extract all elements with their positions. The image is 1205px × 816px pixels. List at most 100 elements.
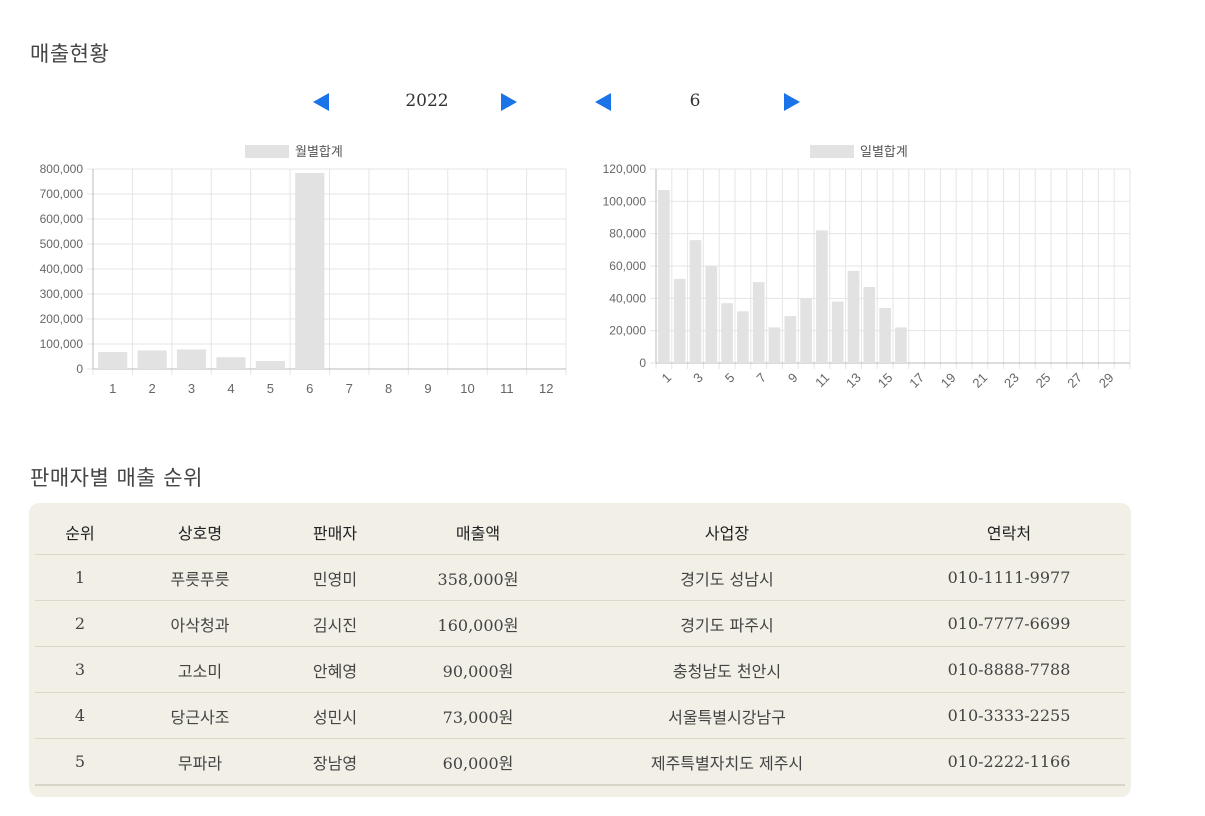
x-tick-label: 15 — [875, 370, 896, 391]
next-month-button[interactable] — [784, 93, 800, 111]
x-tick-label: 9 — [424, 381, 431, 396]
month-value: 6 — [689, 91, 701, 111]
bar — [895, 327, 907, 363]
ranking-table: 순위 상호명 판매자 매출액 사업장 연락처 1 푸릇푸릇 민영미 358,00… — [35, 509, 1125, 786]
bar — [216, 357, 246, 369]
bar — [847, 270, 860, 363]
monthly-sales-chart: 월별합계 0 100,000 200,000 300,000 400,000 500,000… — [40, 144, 567, 396]
header-rank: 순위 — [35, 509, 125, 555]
x-tick-label: 2 — [149, 381, 156, 396]
sales-section-title: 매출현황 — [30, 42, 110, 66]
y-tick-label: 700,000 — [40, 187, 84, 201]
x-tick-label: 25 — [1033, 370, 1054, 391]
bar — [768, 327, 781, 363]
sales-cell: 160,000원 — [395, 600, 561, 647]
seller-cell: 안혜영 — [275, 646, 395, 693]
legend-label: 월별합계 — [295, 144, 343, 159]
location-cell: 제주특별자치도 제주시 — [561, 738, 893, 786]
contact-cell: 010-1111-9977 — [893, 554, 1125, 601]
x-tick-label: 21 — [969, 370, 990, 391]
legend-swatch — [810, 145, 854, 158]
location-cell: 서울특별시강남구 — [561, 692, 893, 739]
rank-cell: 3 — [35, 646, 125, 693]
x-tick-label: 6 — [306, 381, 313, 396]
x-tick-label: 5 — [267, 381, 274, 396]
header-sales: 매출액 — [395, 509, 561, 555]
location-cell: 경기도 성남시 — [561, 554, 893, 601]
seller-cell: 김시진 — [275, 600, 395, 647]
x-tick-label: 13 — [843, 370, 864, 391]
location-cell: 충청남도 천안시 — [561, 646, 893, 693]
x-tick-label: 29 — [1096, 370, 1117, 391]
legend-label: 일별합계 — [860, 144, 908, 159]
table-row: 1 푸릇푸릇 민영미 358,000원 경기도 성남시 010-1111-997… — [35, 554, 1125, 601]
header-seller: 판매자 — [275, 509, 395, 555]
bar — [737, 311, 749, 363]
bar — [705, 266, 718, 363]
bar — [879, 308, 891, 363]
y-tick-label: 60,000 — [609, 259, 646, 273]
y-tick-label: 600,000 — [40, 212, 84, 226]
bar — [800, 298, 812, 363]
next-year-button[interactable] — [501, 93, 517, 111]
x-tick-label: 12 — [539, 381, 553, 396]
y-tick-label: 120,000 — [603, 162, 647, 176]
x-tick-label: 4 — [227, 381, 234, 396]
bar — [816, 230, 828, 363]
prev-year-button[interactable] — [313, 93, 329, 111]
x-tick-label: 10 — [460, 381, 474, 396]
prev-month-button[interactable] — [595, 93, 611, 111]
store-cell: 아삭청과 — [125, 600, 275, 647]
ranking-header-row: 순위 상호명 판매자 매출액 사업장 연락처 — [35, 509, 1125, 555]
contact-cell: 010-3333-2255 — [893, 692, 1125, 739]
contact-cell: 010-2222-1166 — [893, 738, 1125, 786]
table-row: 4 당근사조 성민시 73,000원 서울특별시강남구 010-3333-225… — [35, 692, 1125, 739]
y-tick-label: 40,000 — [609, 291, 646, 305]
header-contact: 연락처 — [893, 509, 1125, 555]
rank-cell: 4 — [35, 692, 125, 739]
x-tick-label: 1 — [659, 370, 675, 386]
year-value: 2022 — [405, 91, 449, 111]
legend-swatch — [245, 145, 289, 158]
x-tick-label: 3 — [690, 370, 706, 386]
ranking-panel: 순위 상호명 판매자 매출액 사업장 연락처 1 푸릇푸릇 민영미 358,00… — [29, 503, 1131, 797]
bar — [137, 350, 167, 369]
header-store: 상호명 — [125, 509, 275, 555]
daily-sales-chart: 일별합계 0 20,000 40,000 60,000 80,000 100,000 120,… — [603, 144, 1131, 391]
store-cell: 고소미 — [125, 646, 275, 693]
contact-cell: 010-7777-6699 — [893, 600, 1125, 647]
table-row: 5 무파라 장남영 60,000원 제주특별자치도 제주시 010-2222-1… — [35, 738, 1125, 786]
store-cell: 무파라 — [125, 738, 275, 786]
bar — [658, 190, 670, 363]
x-tick-label: 23 — [1001, 370, 1022, 391]
x-tick-label: 5 — [722, 370, 738, 386]
y-tick-label: 0 — [76, 362, 83, 376]
table-row: 2 아삭청과 김시진 160,000원 경기도 파주시 010-7777-669… — [35, 600, 1125, 647]
store-cell: 푸릇푸릇 — [125, 554, 275, 601]
x-tick-label: 17 — [906, 370, 927, 391]
rank-cell: 2 — [35, 600, 125, 647]
seller-cell: 민영미 — [275, 554, 395, 601]
store-cell: 당근사조 — [125, 692, 275, 739]
y-tick-label: 100,000 — [40, 337, 84, 351]
bar — [255, 361, 285, 369]
header-location: 사업장 — [561, 509, 893, 555]
x-tick-label: 1 — [109, 381, 116, 396]
y-tick-label: 0 — [639, 356, 646, 370]
y-tick-label: 20,000 — [609, 324, 646, 338]
bar — [98, 352, 128, 369]
sales-cell: 358,000원 — [395, 554, 561, 601]
bar — [176, 349, 207, 369]
bar — [721, 303, 733, 363]
x-tick-label: 3 — [188, 381, 195, 396]
y-tick-label: 100,000 — [603, 194, 647, 208]
x-tick-label: 11 — [500, 381, 514, 396]
seller-cell: 성민시 — [275, 692, 395, 739]
bar — [784, 316, 797, 363]
y-tick-label: 80,000 — [609, 227, 646, 241]
seller-cell: 장남영 — [275, 738, 395, 786]
x-tick-label: 11 — [812, 370, 832, 390]
table-row: 3 고소미 안혜영 90,000원 충청남도 천안시 010-8888-7788 — [35, 646, 1125, 693]
y-tick-label: 300,000 — [40, 287, 84, 301]
y-tick-label: 400,000 — [40, 262, 84, 276]
